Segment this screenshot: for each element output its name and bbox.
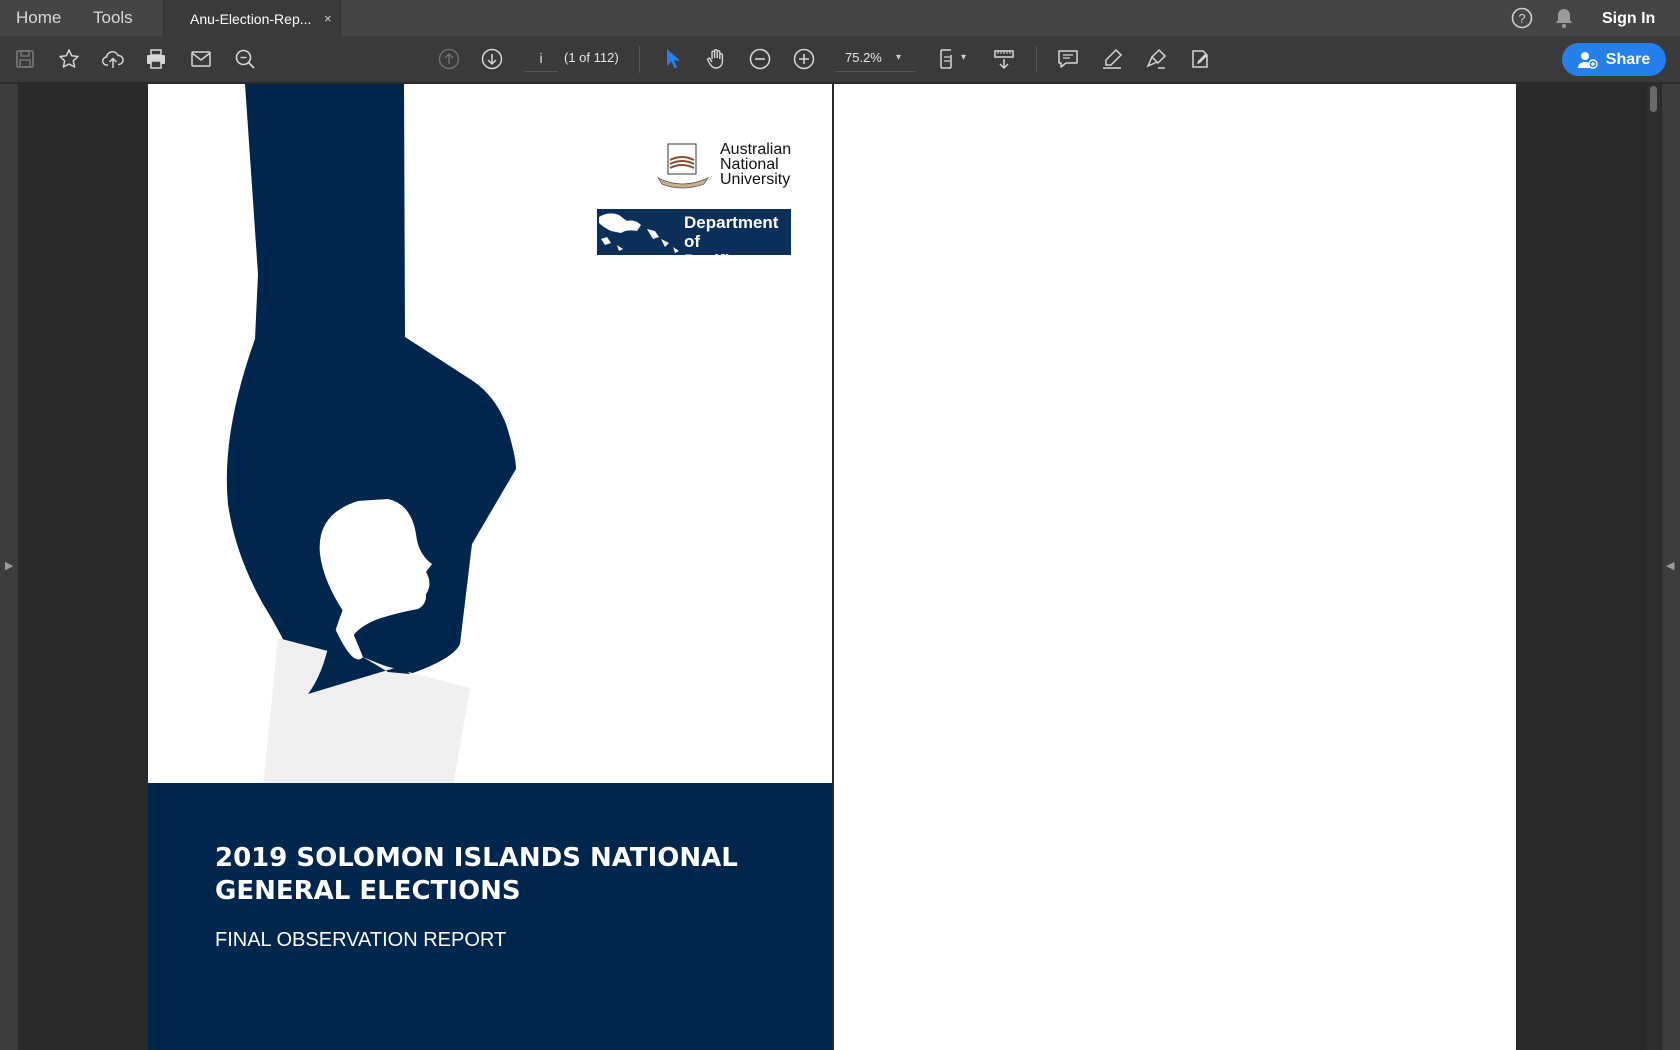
zoom-out-icon[interactable] [745,44,775,74]
scrollbar-thumb[interactable] [1650,86,1657,112]
page-down-icon[interactable] [477,44,507,74]
share-button[interactable]: Share [1562,43,1666,76]
toolbar: i (1 of 112) 75.2% ▾ ▾ [0,36,1680,83]
zoom-level-select[interactable]: 75.2% [835,44,915,72]
page-number-input[interactable]: i [524,44,558,72]
fit-page-icon[interactable] [934,44,964,74]
report-subtitle: FINAL OBSERVATION REPORT [215,929,507,951]
print-icon[interactable] [141,44,171,74]
expand-right-icon: ◀ [1666,560,1675,572]
dpa-logo: Department of Pacific Affairs [597,209,791,255]
cover-title-band [148,783,832,1050]
document-tab-title: Anu-Election-Rep... [190,11,312,27]
sign-in-button[interactable]: Sign In [1602,0,1655,38]
toolbar-divider [639,46,640,73]
vertical-scrollbar[interactable] [1646,84,1660,1050]
report-title-line1: 2019 SOLOMON ISLANDS NATIONAL [215,843,738,873]
upload-cloud-icon[interactable] [98,44,128,74]
expand-left-icon: ▶ [5,560,14,572]
report-title-line2: GENERAL ELECTIONS [215,876,521,906]
bell-icon[interactable] [1552,6,1576,30]
anu-crest-icon [656,143,709,189]
document-page-cover: Australian National University Departmen… [148,84,832,1050]
share-label: Share [1605,50,1651,68]
document-page-blank [834,84,1516,1050]
sign-icon[interactable] [1141,44,1171,74]
left-panel-toggle[interactable]: ▶ [0,84,18,1050]
highlight-icon[interactable] [1097,44,1127,74]
save-icon[interactable] [10,44,40,74]
email-icon[interactable] [186,44,216,74]
close-tab-icon[interactable]: × [324,0,332,38]
page-count: (1 of 112) [564,50,619,65]
page-up-icon[interactable] [434,44,464,74]
zoom-dropdown-icon[interactable]: ▾ [896,48,901,68]
dpa-logo-text: Department of Pacific Affairs [684,213,779,255]
document-tab[interactable]: Anu-Election-Rep... × [163,0,341,37]
svg-text:?: ? [1518,11,1525,26]
toolbar-divider [1036,46,1037,73]
anu-logo-text: Australian National University [720,141,792,188]
report-title: 2019 SOLOMON ISLANDS NATIONAL GENERAL EL… [215,842,815,908]
comment-icon[interactable] [1053,44,1083,74]
select-arrow-icon[interactable] [658,44,688,74]
pacific-map-icon [599,213,679,253]
scroll-mode-icon[interactable] [989,44,1019,74]
help-icon[interactable]: ? [1510,6,1534,30]
add-user-icon [1577,51,1598,69]
zoom-in-icon[interactable] [789,44,819,74]
home-tab[interactable]: Home [16,0,61,36]
right-panel-toggle[interactable]: ◀ [1662,84,1680,1050]
fit-dropdown-icon[interactable]: ▾ [961,48,966,68]
tools-tab[interactable]: Tools [93,0,133,36]
edit-pdf-icon[interactable] [1185,44,1215,74]
hand-icon[interactable] [701,44,731,74]
search-icon[interactable] [230,44,260,74]
star-icon[interactable] [54,44,84,74]
tab-bar: Home Tools Anu-Election-Rep... × ? Sign … [0,0,1680,38]
